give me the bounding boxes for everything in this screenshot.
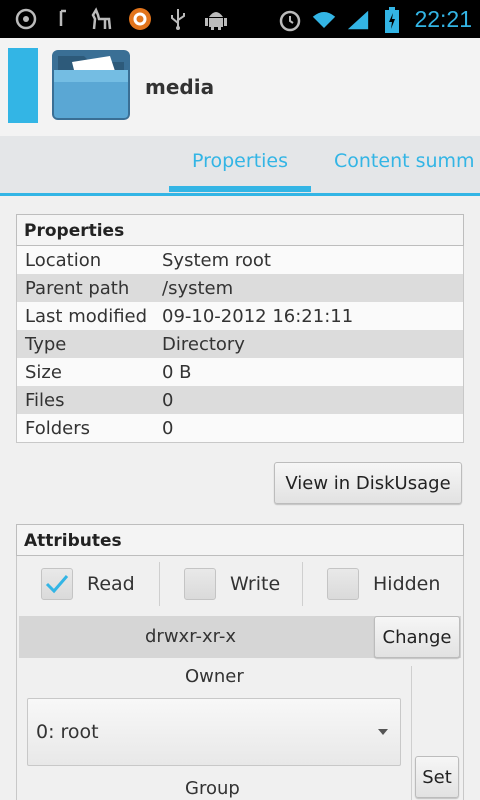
hidden-label: Hidden (373, 573, 441, 595)
battery-charging-icon (380, 6, 404, 33)
cyanogenmod-icon (14, 7, 38, 31)
property-value: 0 (162, 389, 174, 411)
property-key: Location (25, 249, 102, 271)
divider (411, 666, 412, 800)
property-key: Type (25, 333, 67, 355)
write-label: Write (230, 573, 281, 595)
property-key: Last modified (25, 305, 148, 327)
table-row: Size 0 B (17, 358, 463, 386)
table-row: Last modified 09-10-2012 16:21:11 (17, 302, 463, 330)
attributes-panel: Read Write Hidden drwxr-xr-x Change Owne… (16, 556, 464, 800)
property-value: 0 B (162, 361, 192, 383)
read-label: Read (87, 573, 135, 595)
llama-icon (90, 7, 114, 31)
owner-select-value: 0: root (36, 721, 99, 743)
file-header: media (0, 38, 480, 136)
attributes-heading: Attributes (16, 524, 464, 556)
tab-bar: Properties Content summ (0, 136, 480, 196)
clock: 22:21 (414, 6, 472, 32)
property-value: System root (162, 249, 271, 271)
attribute-checkboxes: Read Write Hidden (17, 556, 463, 612)
property-key: Parent path (25, 277, 130, 299)
alarm-icon (278, 8, 302, 32)
property-key: Folders (25, 417, 91, 439)
read-checkbox[interactable] (41, 568, 73, 600)
property-value: 0 (162, 417, 174, 439)
write-checkbox[interactable] (184, 568, 216, 600)
usb-debug-icon (52, 7, 76, 31)
properties-heading: Properties (16, 214, 464, 246)
tab-content-summary[interactable]: Content summ (334, 150, 475, 172)
checkmark-icon (45, 575, 69, 594)
dropdown-arrow-icon (378, 729, 388, 735)
accent-bar (8, 48, 38, 123)
property-key: Files (25, 389, 65, 411)
table-row: Type Directory (17, 330, 463, 358)
hidden-checkbox[interactable] (327, 568, 359, 600)
property-value: /system (162, 277, 234, 299)
notification-icons (14, 7, 228, 31)
properties-table: Location System root Parent path /system… (16, 246, 464, 443)
owner-select[interactable]: 0: root (27, 698, 401, 766)
signal-icon (346, 8, 370, 32)
group-label: Group (185, 778, 240, 799)
active-tab-indicator (169, 186, 311, 192)
read-checkbox-item[interactable]: Read (17, 556, 159, 612)
system-icons: 22:21 (278, 6, 472, 33)
permissions-string: drwxr-xr-x (145, 626, 236, 647)
usb-icon (166, 7, 190, 31)
property-key: Size (25, 361, 62, 383)
android-debug-icon (204, 7, 228, 31)
folder-name: media (145, 75, 215, 99)
circle-app-icon (128, 7, 152, 31)
owner-label: Owner (185, 666, 244, 687)
table-row: Folders 0 (17, 414, 463, 442)
status-bar: 22:21 (0, 0, 480, 38)
property-value: 09-10-2012 16:21:11 (162, 305, 354, 327)
tab-properties[interactable]: Properties (169, 150, 311, 172)
property-value: Directory (162, 333, 245, 355)
change-button[interactable]: Change (374, 616, 460, 658)
hidden-checkbox-item[interactable]: Hidden (303, 556, 445, 612)
folder-icon (50, 48, 132, 122)
table-row: Location System root (17, 246, 463, 274)
tab-bar-divider (0, 193, 480, 196)
permissions-row: drwxr-xr-x Change (19, 616, 461, 658)
table-row: Parent path /system (17, 274, 463, 302)
table-row: Files 0 (17, 386, 463, 414)
wifi-icon (312, 8, 336, 32)
set-button[interactable]: Set (415, 756, 459, 798)
view-in-diskusage-button[interactable]: View in DiskUsage (274, 462, 462, 504)
write-checkbox-item[interactable]: Write (160, 556, 302, 612)
